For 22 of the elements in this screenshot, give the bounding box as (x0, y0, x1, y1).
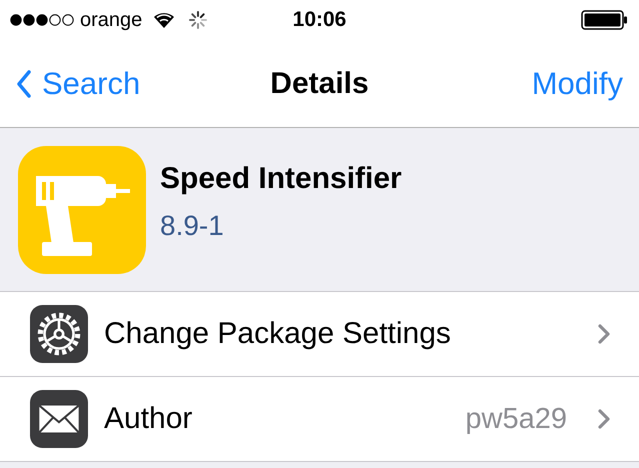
back-chevron-icon (16, 70, 32, 98)
list-row[interactable]: Author pw5a29 (0, 377, 639, 462)
list-row[interactable]: Change Package Settings (0, 292, 639, 377)
back-button[interactable]: Search (16, 66, 140, 102)
carrier-name: orange (80, 8, 142, 32)
chevron-icon (597, 323, 611, 345)
signal-icon (10, 13, 74, 27)
row-value: pw5a29 (465, 402, 567, 436)
envelope-icon (30, 390, 88, 448)
battery-icon (581, 10, 629, 30)
drill-icon (18, 146, 146, 274)
status-time: 10:06 (292, 8, 346, 32)
row-label: Change Package Settings (104, 317, 452, 351)
package-version: 8.9-1 (160, 210, 225, 242)
package-name: Speed Intensifier (160, 162, 402, 196)
modify-button[interactable]: Modify (532, 66, 623, 102)
gear-icon (30, 305, 88, 363)
page-title: Details (270, 66, 369, 100)
chevron-icon (597, 408, 611, 430)
activity-spinner-icon (188, 10, 208, 30)
row-label: Author (104, 402, 194, 436)
wifi-icon (152, 11, 176, 29)
